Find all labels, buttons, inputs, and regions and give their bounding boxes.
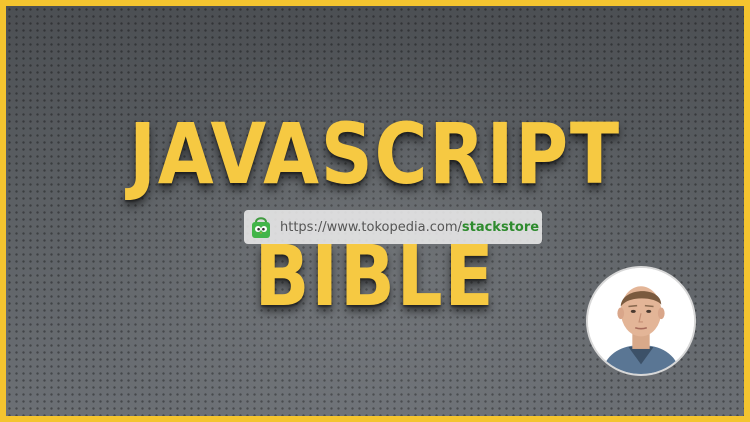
instructor-avatar [586, 266, 696, 376]
watermark-url-prefix: https://www.tokopedia.com/ [280, 219, 462, 235]
shopping-bag-icon [252, 217, 270, 238]
title-line-1: JAVASCRIPT [129, 105, 621, 203]
watermark-url-store: stackstore [461, 219, 540, 235]
instructor-photo [588, 268, 694, 374]
thumbnail-frame: JAVASCRIPT BIBLE https://www.tokopedia.c… [0, 0, 750, 422]
watermark-url-bar: https://www.tokopedia.com/stackstore [244, 210, 542, 244]
